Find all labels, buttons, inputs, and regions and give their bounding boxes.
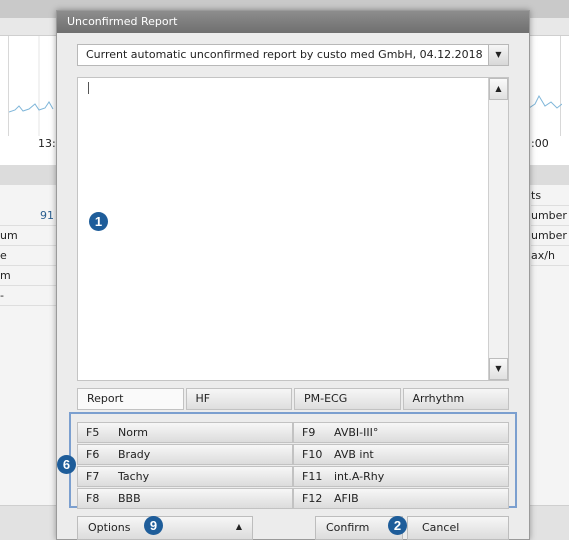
fkey-key: F10 <box>302 448 323 461</box>
fkey-key: F11 <box>302 470 323 483</box>
bg-cell: umber <box>531 226 569 246</box>
fkey-key: F9 <box>302 426 316 439</box>
fkey-button-brady[interactable]: F6 Brady <box>77 444 293 465</box>
callout-badge: 2 <box>388 516 407 535</box>
fkey-key: F8 <box>86 492 100 505</box>
fkey-label: AVB int <box>334 448 374 461</box>
fkey-label: int.A-Rhy <box>334 470 385 483</box>
fkey-key: F5 <box>86 426 100 439</box>
report-text-area[interactable]: ▲ ▼ <box>77 77 509 381</box>
bg-time-label: :00 <box>531 137 549 150</box>
options-label: Options <box>88 521 131 534</box>
fkey-label: Brady <box>118 448 151 461</box>
fkey-buttons: F5 Norm F9 AVBI-III° F6 Brady F10 AVB int F7… <box>77 422 509 509</box>
fkey-button-avb-int[interactable]: F10 AVB int <box>293 444 509 465</box>
fkey-label: AFIB <box>334 492 359 505</box>
callout-badge: 6 <box>57 455 76 474</box>
callout-badge: 1 <box>89 212 108 231</box>
scroll-down-icon[interactable]: ▼ <box>489 358 508 380</box>
text-caret <box>88 82 89 94</box>
fkey-key: F12 <box>302 492 323 505</box>
bg-cell: ax/h <box>531 246 569 266</box>
dialog-title: Unconfirmed Report <box>57 11 529 33</box>
bg-cell: e <box>0 246 56 266</box>
report-scrollbar[interactable]: ▲ ▼ <box>488 78 508 380</box>
callout-badge: 9 <box>144 516 163 535</box>
tab-report[interactable]: Report <box>77 388 184 410</box>
fkey-label: BBB <box>118 492 141 505</box>
report-select-value: Current automatic unconfirmed report by … <box>86 48 482 61</box>
fkey-label: Tachy <box>118 470 150 483</box>
bg-cell: ts <box>531 186 569 206</box>
fkey-button-afib[interactable]: F12 AFIB <box>293 488 509 509</box>
fkey-button-bbb[interactable]: F8 BBB <box>77 488 293 509</box>
tab-arrhythm[interactable]: Arrhythm <box>402 388 509 410</box>
fkey-key: F7 <box>86 470 100 483</box>
report-tabs: Report HF PM-ECG Arrhythm <box>77 388 509 410</box>
dropdown-arrow-icon[interactable]: ▼ <box>488 45 508 65</box>
bg-cell: m <box>0 266 56 286</box>
scroll-up-icon[interactable]: ▲ <box>489 78 508 100</box>
unconfirmed-report-dialog: Unconfirmed Report Current automatic unc… <box>56 10 530 540</box>
fkey-label: AVBI-III° <box>334 426 379 439</box>
bg-cell: umber <box>531 206 569 226</box>
bg-cell: 91 <box>0 206 56 226</box>
tab-pm-ecg[interactable]: PM-ECG <box>294 388 401 410</box>
fkey-button-avbi-iii[interactable]: F9 AVBI-III° <box>293 422 509 443</box>
options-button[interactable]: Options ▲ <box>77 516 253 540</box>
fkey-key: F6 <box>86 448 100 461</box>
bg-cell: - <box>0 286 56 306</box>
bg-cell: um <box>0 226 56 246</box>
report-select[interactable]: Current automatic unconfirmed report by … <box>77 44 509 66</box>
fkey-button-norm[interactable]: F5 Norm <box>77 422 293 443</box>
tab-hf[interactable]: HF <box>185 388 292 410</box>
fkey-button-tachy[interactable]: F7 Tachy <box>77 466 293 487</box>
chevron-up-icon: ▲ <box>235 522 242 531</box>
fkey-label: Norm <box>118 426 149 439</box>
fkey-button-int-a-rhy[interactable]: F11 int.A-Rhy <box>293 466 509 487</box>
cancel-button[interactable]: Cancel <box>407 516 509 540</box>
